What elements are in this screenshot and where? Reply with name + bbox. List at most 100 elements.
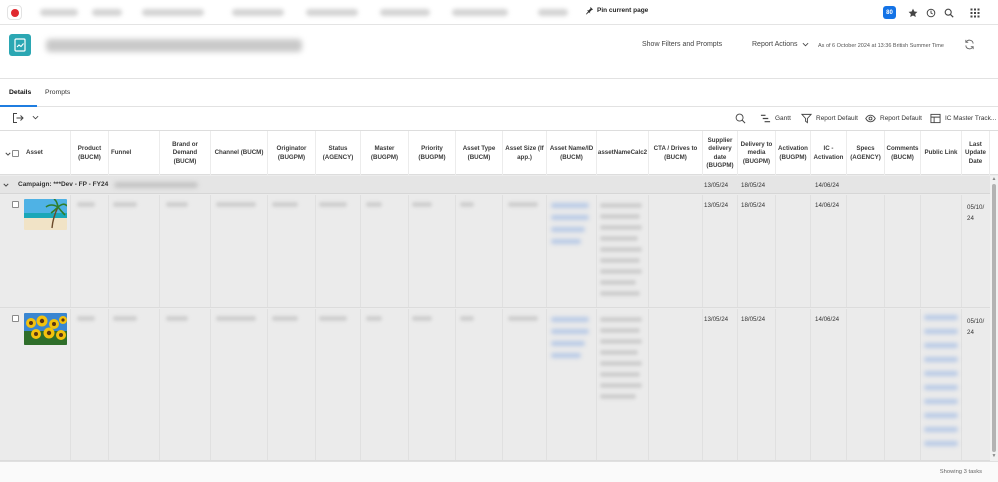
- nav-item[interactable]: [40, 9, 78, 16]
- column-header-last-update[interactable]: Last Update Date: [962, 131, 990, 176]
- public-link[interactable]: [924, 315, 958, 320]
- public-link[interactable]: [924, 399, 958, 404]
- public-link[interactable]: [924, 371, 958, 376]
- group-row[interactable]: Campaign: ***Dev - FP - FY24 13/05/24 18…: [0, 176, 990, 194]
- cell-supplier: [703, 195, 738, 307]
- tab-prompts[interactable]: Prompts: [45, 89, 70, 96]
- nav-item[interactable]: [538, 9, 568, 16]
- column-header-channel[interactable]: Channel (BUCM): [211, 131, 268, 176]
- filter-button[interactable]: Report Default: [801, 113, 858, 124]
- select-all-checkbox[interactable]: [12, 150, 19, 157]
- chevron-down-icon[interactable]: [5, 151, 11, 157]
- tab-details[interactable]: Details: [9, 89, 31, 96]
- redacted-text: [600, 394, 636, 399]
- column-header-originator[interactable]: Originator (BUGPM): [268, 131, 316, 176]
- public-link[interactable]: [924, 441, 958, 446]
- show-filters-button[interactable]: Show Filters and Prompts: [642, 41, 722, 48]
- last-update-date: 05/10/24: [967, 204, 985, 222]
- redacted-text: [600, 247, 642, 252]
- filter-label: Report Default: [816, 115, 858, 122]
- column-header-brand-or-demand[interactable]: Brand or Demand (BUCM): [160, 131, 211, 176]
- view-button[interactable]: Report Default: [865, 113, 922, 124]
- asset-name-link[interactable]: [551, 341, 585, 346]
- pin-current-page-button[interactable]: Pin current page: [585, 6, 648, 15]
- star-icon[interactable]: [904, 4, 922, 21]
- redacted-text: [216, 316, 256, 321]
- public-link[interactable]: [924, 357, 958, 362]
- asset-name-link[interactable]: [551, 203, 589, 208]
- column-header-assetnamecalc2[interactable]: assetNameCalc2: [597, 131, 649, 176]
- cell-status: [316, 309, 361, 460]
- gantt-button[interactable]: Gantt: [760, 113, 791, 124]
- public-link[interactable]: [924, 413, 958, 418]
- refresh-icon[interactable]: [964, 39, 975, 50]
- nav-item[interactable]: [452, 9, 508, 16]
- public-link[interactable]: [924, 329, 958, 334]
- column-header-cta[interactable]: CTA / Drives to (BUCM): [649, 131, 703, 176]
- sunflowers-image[interactable]: [24, 313, 67, 345]
- vertical-scrollbar[interactable]: ▲ ▼: [990, 176, 998, 461]
- group-label: Campaign: ***Dev - FP - FY24: [18, 181, 109, 188]
- asset-name-link[interactable]: [551, 239, 581, 244]
- redacted-text: [600, 258, 640, 263]
- nav-item[interactable]: [380, 9, 430, 16]
- nav-item[interactable]: [142, 9, 204, 16]
- nav-item[interactable]: [306, 9, 358, 16]
- cell-priority: [409, 195, 456, 307]
- row-checkbox[interactable]: [12, 315, 19, 322]
- column-header-public-link[interactable]: Public Link: [921, 131, 962, 176]
- scroll-up-arrow[interactable]: ▲: [991, 177, 997, 182]
- redacted-text: [600, 291, 640, 296]
- search-icon[interactable]: [940, 4, 958, 21]
- report-actions-button[interactable]: Report Actions: [752, 41, 809, 48]
- column-header-priority[interactable]: Priority (BUGPM): [409, 131, 456, 176]
- column-header-ic-activation[interactable]: IC - Activation: [811, 131, 847, 176]
- asset-name-link[interactable]: [551, 353, 581, 358]
- chevron-down-icon[interactable]: [3, 182, 9, 188]
- report-icon: [9, 34, 31, 56]
- history-icon[interactable]: [922, 4, 940, 21]
- column-header-product[interactable]: Product (BUCM): [71, 131, 109, 176]
- beach-palm-tree-image[interactable]: [24, 199, 67, 230]
- public-link[interactable]: [924, 343, 958, 348]
- grouping-button[interactable]: IC Master Track...: [930, 113, 996, 124]
- table-row[interactable]: 13/05/24 18/05/24 14/06/24 05/10/24: [0, 195, 990, 308]
- apps-grid-icon[interactable]: [966, 4, 984, 21]
- nav-item[interactable]: [232, 9, 284, 16]
- row-checkbox[interactable]: [12, 201, 19, 208]
- grid-search-button[interactable]: [735, 113, 746, 124]
- column-header-funnel[interactable]: Funnel: [109, 131, 160, 176]
- column-header-comments[interactable]: Comments (BUCM): [885, 131, 921, 176]
- scrollbar-thumb[interactable]: [992, 184, 996, 452]
- asset-name-link[interactable]: [551, 317, 589, 322]
- supplier-delivery-date: 13/05/24: [704, 202, 729, 209]
- scroll-down-arrow[interactable]: ▼: [991, 454, 997, 459]
- redacted-text: [600, 280, 636, 285]
- export-icon[interactable]: [12, 112, 24, 124]
- nav-item[interactable]: [92, 9, 122, 16]
- chevron-down-icon[interactable]: [32, 114, 39, 121]
- public-link[interactable]: [924, 427, 958, 432]
- public-link[interactable]: [924, 385, 958, 390]
- table-row[interactable]: 13/05/24 18/05/24 14/06/24 05/10/24: [0, 309, 990, 461]
- column-header-status[interactable]: Status (AGENCY): [316, 131, 361, 176]
- column-header-asset-size[interactable]: Asset Size (If app.): [503, 131, 547, 176]
- column-header-delivery-to-media[interactable]: Delivery to media (BUGPM): [738, 131, 776, 176]
- asset-name-link[interactable]: [551, 329, 589, 334]
- redacted-text: [600, 383, 642, 388]
- cell-status: [316, 195, 361, 307]
- column-header-activation[interactable]: Activation (BUGPM): [776, 131, 811, 176]
- column-header-asset-name[interactable]: Asset Name/ID (BUCM): [547, 131, 597, 176]
- delivery-to-media-date: 18/05/24: [741, 316, 766, 323]
- asset-name-link[interactable]: [551, 215, 589, 220]
- column-header-asset[interactable]: Asset: [0, 131, 71, 176]
- column-header-master[interactable]: Master (BUGPM): [361, 131, 409, 176]
- notification-badge[interactable]: 80: [883, 6, 896, 19]
- column-header-supplier-delivery[interactable]: Supplier delivery date (BUGPM): [703, 131, 738, 176]
- report-header: Show Filters and Prompts Report Actions …: [0, 26, 998, 79]
- column-header-specs[interactable]: Specs (AGENCY): [847, 131, 885, 176]
- asset-name-link[interactable]: [551, 227, 585, 232]
- cell-funnel: [109, 195, 160, 307]
- column-header-asset-type[interactable]: Asset Type (BUCM): [456, 131, 503, 176]
- app-logo[interactable]: [7, 5, 22, 20]
